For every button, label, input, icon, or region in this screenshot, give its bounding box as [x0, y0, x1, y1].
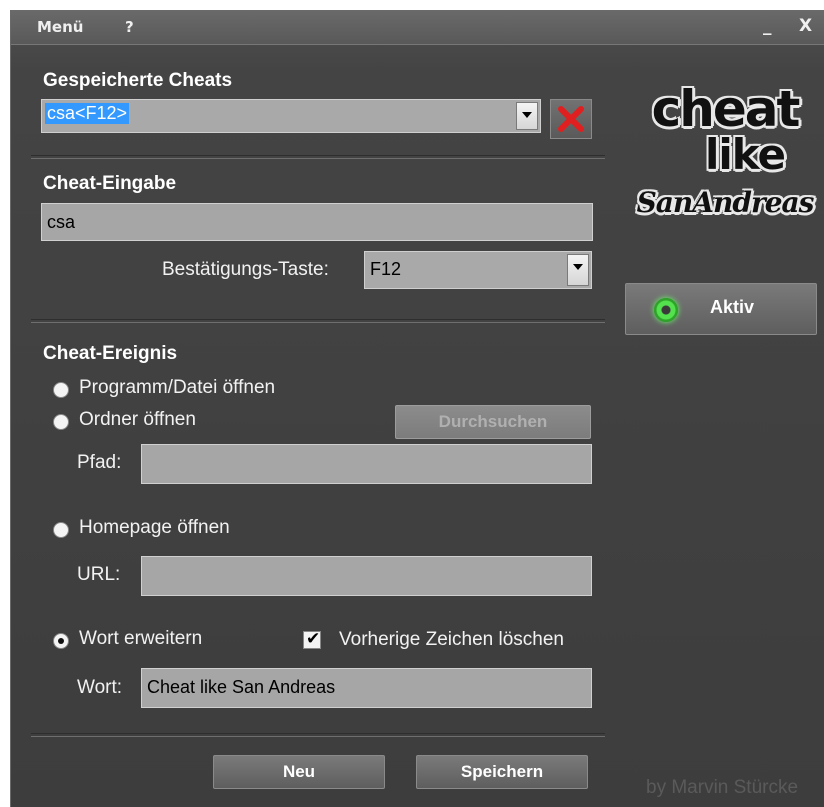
- delete-prev-checkbox[interactable]: ✔: [303, 629, 321, 649]
- app-window: Menü ? _ X Gespeicherte Cheats csa<F12> …: [10, 10, 824, 807]
- radio-word-label[interactable]: Wort erweitern: [79, 628, 202, 650]
- cheat-event-heading: Cheat-Ereignis: [43, 343, 178, 364]
- close-button[interactable]: X: [799, 16, 812, 36]
- menu-item-help[interactable]: ?: [125, 18, 134, 36]
- radio-homepage[interactable]: [53, 522, 69, 538]
- active-indicator-icon: [654, 298, 678, 322]
- separator: [31, 155, 605, 159]
- save-button[interactable]: Speichern: [416, 755, 588, 789]
- path-field[interactable]: [141, 444, 592, 484]
- chevron-down-icon[interactable]: [567, 254, 589, 286]
- menu-item-menu[interactable]: Menü: [37, 18, 83, 36]
- logo-line-sanandreas: SanAndreas: [636, 186, 815, 219]
- separator: [31, 733, 605, 737]
- path-label: Pfad:: [77, 452, 122, 473]
- new-button[interactable]: Neu: [213, 755, 385, 789]
- separator: [31, 319, 605, 323]
- url-label: URL:: [77, 564, 121, 585]
- saved-cheats-heading: Gespeicherte Cheats: [43, 70, 233, 91]
- radio-program[interactable]: [53, 382, 69, 398]
- active-label: Aktiv: [710, 297, 755, 317]
- minimize-button[interactable]: _: [763, 16, 772, 36]
- logo-line-like: like: [704, 130, 786, 179]
- delete-x-icon: [558, 106, 584, 132]
- saved-cheats-value: csa<F12>: [45, 103, 130, 124]
- radio-program-label[interactable]: Programm/Datei öffnen: [79, 377, 275, 399]
- active-toggle-button[interactable]: Aktiv: [625, 283, 817, 335]
- checkmark-icon: ✔: [306, 629, 321, 649]
- radio-word[interactable]: [53, 633, 69, 649]
- saved-cheats-select[interactable]: csa<F12>: [41, 99, 541, 133]
- confirm-key-value: F12: [370, 259, 402, 279]
- chevron-down-icon[interactable]: [516, 102, 538, 130]
- delete-cheat-button[interactable]: [550, 99, 592, 139]
- author-credit: by Marvin Stürcke: [646, 777, 799, 798]
- word-label: Wort:: [77, 677, 123, 698]
- title-bar: Menü ? _ X: [11, 10, 824, 45]
- cheat-input-heading: Cheat-Eingabe: [43, 173, 177, 194]
- app-logo: cheat like SanAndreas: [625, 80, 824, 250]
- cheat-input-field[interactable]: csa: [41, 203, 593, 241]
- radio-folder[interactable]: [53, 414, 69, 430]
- word-field[interactable]: Cheat like San Andreas: [141, 668, 592, 708]
- confirm-key-label: Bestätigungs-Taste:: [162, 259, 329, 280]
- radio-folder-label[interactable]: Ordner öffnen: [79, 409, 196, 431]
- confirm-key-select[interactable]: F12: [364, 251, 592, 289]
- radio-homepage-label[interactable]: Homepage öffnen: [79, 517, 230, 539]
- delete-prev-label[interactable]: Vorherige Zeichen löschen: [339, 629, 564, 651]
- url-field[interactable]: [141, 556, 592, 596]
- browse-button[interactable]: Durchsuchen: [395, 405, 591, 439]
